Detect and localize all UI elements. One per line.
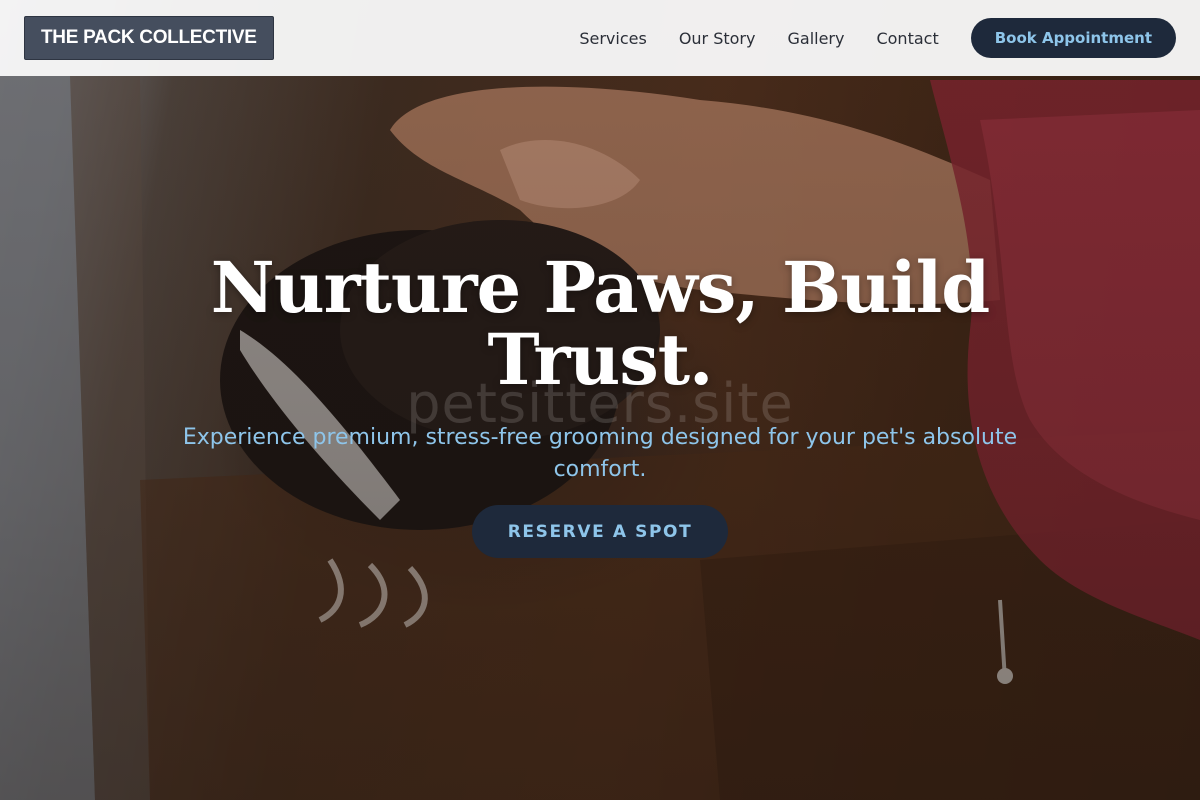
site-logo[interactable]: THE PACK COLLECTIVE bbox=[24, 16, 274, 60]
main-nav: Services Our Story Gallery Contact Book … bbox=[579, 18, 1176, 58]
book-appointment-button[interactable]: Book Appointment bbox=[970, 18, 1176, 58]
hero-subtitle: Experience premium, stress-free grooming… bbox=[182, 425, 1018, 482]
site-header: THE PACK COLLECTIVE Services Our Story G… bbox=[0, 0, 1200, 76]
nav-link-gallery[interactable]: Gallery bbox=[787, 29, 844, 48]
reserve-spot-button[interactable]: RESERVE A SPOT bbox=[472, 505, 728, 558]
hero-section: Nurture Paws, Build Trust. petsitters.si… bbox=[0, 0, 1200, 800]
nav-link-services[interactable]: Services bbox=[579, 29, 646, 48]
nav-link-contact[interactable]: Contact bbox=[876, 29, 938, 48]
nav-link-our-story[interactable]: Our Story bbox=[679, 29, 756, 48]
